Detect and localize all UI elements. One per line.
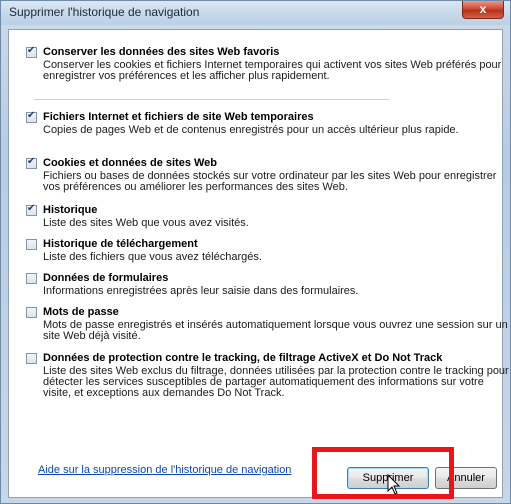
option-title[interactable]: Mots de passe xyxy=(43,306,119,318)
cookies-checkbox[interactable] xyxy=(26,156,37,169)
help-link[interactable]: Aide sur la suppression de l'historique … xyxy=(38,464,291,476)
option-title[interactable]: Historique xyxy=(43,204,97,216)
option-download-history: Historique de téléchargement Liste des f… xyxy=(26,238,502,266)
option-title[interactable]: Fichiers Internet et fichiers de site We… xyxy=(43,111,314,123)
option-description: Fichiers ou bases de données stockés sur… xyxy=(43,170,497,193)
title-bar[interactable]: Supprimer l'historique de navigation x xyxy=(1,1,510,25)
option-tracking-protection: Données de protection contre le tracking… xyxy=(26,352,509,404)
option-keep-favorites: Conserver les données des sites Web favo… xyxy=(26,45,502,86)
form-data-checkbox[interactable] xyxy=(26,273,37,284)
mouse-cursor-icon xyxy=(387,474,401,495)
option-history: Historique Liste des sites Web que vous … xyxy=(26,203,502,232)
temp-files-checkbox[interactable] xyxy=(26,110,37,123)
option-form-data: Données de formulaires Informations enre… xyxy=(26,272,502,300)
close-button[interactable]: x xyxy=(462,1,504,19)
download-history-checkbox[interactable] xyxy=(26,239,37,250)
option-description: Conserver les cookies et fichiers Intern… xyxy=(43,59,502,82)
option-title[interactable]: Historique de téléchargement xyxy=(43,238,198,250)
option-title[interactable]: Conserver les données des sites Web favo… xyxy=(43,46,279,58)
tracking-protection-checkbox[interactable] xyxy=(26,353,37,364)
option-description: Copies de pages Web et de contenus enreg… xyxy=(43,124,459,136)
passwords-checkbox[interactable] xyxy=(26,307,37,318)
highlight-box xyxy=(312,447,454,499)
option-title[interactable]: Données de protection contre le tracking… xyxy=(43,352,442,364)
keep-favorites-checkbox[interactable] xyxy=(26,45,37,58)
option-description: Mots de passe enregistrés et insérés aut… xyxy=(43,319,508,342)
option-description: Liste des fichiers que vous avez télécha… xyxy=(43,251,262,263)
dialog-title: Supprimer l'historique de navigation xyxy=(9,5,200,19)
option-description: Liste des sites Web que vous avez visité… xyxy=(43,217,249,229)
option-temp-files: Fichiers Internet et fichiers de site We… xyxy=(26,110,502,139)
option-description: Informations enregistrées après leur sai… xyxy=(43,285,359,297)
option-description: Liste des sites Web exclus du filtrage, … xyxy=(43,365,509,399)
history-checkbox[interactable] xyxy=(26,203,37,216)
close-icon: x xyxy=(479,2,487,16)
option-passwords: Mots de passe Mots de passe enregistrés … xyxy=(26,306,508,346)
option-cookies: Cookies et données de sites Web Fichiers… xyxy=(26,156,502,197)
delete-history-dialog: Supprimer l'historique de navigation x C… xyxy=(0,0,511,504)
option-title[interactable]: Données de formulaires xyxy=(43,272,168,284)
separator xyxy=(34,99,389,100)
option-title[interactable]: Cookies et données de sites Web xyxy=(43,157,217,169)
